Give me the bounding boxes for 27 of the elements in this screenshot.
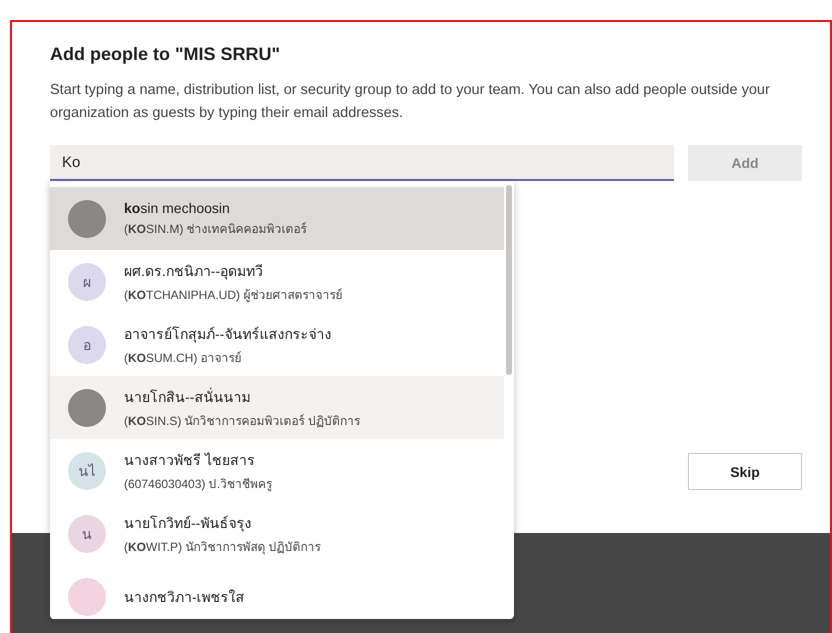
suggestion-item[interactable]: kosin mechoosin (KOSIN.M) ช่างเทคนิคคอมพิวเตอร์ <box>50 187 504 250</box>
initials-avatar: น <box>68 514 106 552</box>
person-detail: (KOSUM.CH) อาจารย์ <box>124 350 242 364</box>
initials-avatar: อ <box>68 326 106 364</box>
avatar-photo-placeholder <box>68 200 106 238</box>
dialog-description: Start typing a name, distribution list, or security group to add to your team. You can also add people outside your organization as guests by typing their email addresses. <box>50 81 771 123</box>
person-name: นางกชวิภา-เพชรใส <box>124 588 245 604</box>
person-detail: (60746030403) ป.วิชาชีพครู <box>124 476 272 490</box>
suggestion-item[interactable]: นางกชวิภา-เพชรใส <box>50 565 504 619</box>
people-search-field[interactable]: Ko <box>50 145 674 181</box>
person-detail: (KOTCHANIPHA.UD) ผู้ช่วยศาสตราจารย์ <box>124 288 342 302</box>
avatar-photo-placeholder <box>68 388 106 426</box>
skip-button[interactable]: Skip <box>688 453 802 490</box>
dialog-title: Add people to "MIS SRRU" <box>50 44 282 65</box>
person-name: ผศ.ดร.กชนิภา--อุดมทวี <box>124 262 264 278</box>
person-name: นางสาวพัชรี ไชยสาร <box>124 452 255 468</box>
person-name: อาจารย์โกสุมภ์--จันทร์แสงกระจ่าง <box>124 326 332 342</box>
person-name: นายโกวิทย์--พันธ์จรุง <box>124 514 252 530</box>
initials-avatar: ผ <box>68 262 106 300</box>
suggestion-item[interactable]: นายโกสิน--สนั่นนาม (KOSIN.S) นักวิชาการคอมพิวเตอร์ ปฏิบัติการ <box>50 376 504 439</box>
initials-avatar: นไ <box>68 452 106 490</box>
person-detail: (KOWIT.P) นักวิชาการพัสดุ ปฏิบัติการ <box>124 540 321 554</box>
person-name: นายโกสิน--สนั่นนาม <box>124 388 250 404</box>
person-detail: (KOSIN.M) ช่างเทคนิคคอมพิวเตอร์ <box>124 222 307 236</box>
person-detail: (KOSIN.S) นักวิชาการคอมพิวเตอร์ ปฏิบัติการ <box>124 414 360 428</box>
scrollbar-thumb[interactable] <box>506 185 512 375</box>
person-name: kosin mechoosin <box>124 200 230 216</box>
